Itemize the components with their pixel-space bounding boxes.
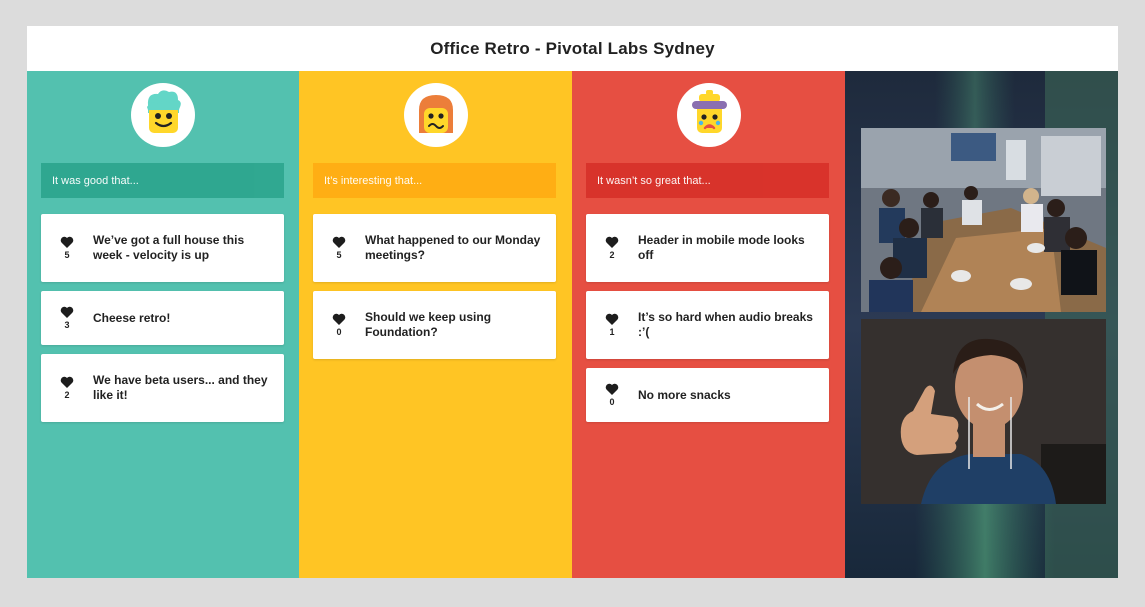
item-text: We have beta users... and they like it! — [93, 373, 268, 402]
heart-icon — [60, 306, 74, 318]
column-sad: It wasn’t so great that... 2 Header in m… — [572, 71, 845, 578]
retro-item[interactable]: 0 No more snacks — [586, 368, 829, 422]
vote-button[interactable]: 2 — [586, 236, 638, 260]
prompt-happy[interactable]: It was good that... — [41, 163, 284, 198]
vote-count: 5 — [336, 250, 342, 260]
retro-item[interactable]: 3 Cheese retro! — [41, 291, 284, 345]
heart-icon — [332, 236, 346, 248]
retro-item[interactable]: 2 Header in mobile mode looks off — [586, 214, 829, 282]
page-title: Office Retro - Pivotal Labs Sydney — [430, 38, 715, 58]
item-text: Header in mobile mode looks off — [638, 233, 805, 262]
heart-icon — [60, 236, 74, 248]
prompt-meh[interactable]: It’s interesting that... — [313, 163, 556, 198]
vote-count: 3 — [64, 320, 70, 330]
video-panel — [845, 71, 1118, 578]
vote-button[interactable]: 3 — [41, 306, 93, 330]
column-happy: It was good that... 5 We’ve got a full h… — [27, 71, 299, 578]
participant-thumbs-up-feed[interactable] — [861, 319, 1106, 504]
vote-button[interactable]: 0 — [313, 313, 365, 337]
heart-icon — [332, 313, 346, 325]
vote-button[interactable]: 5 — [313, 236, 365, 260]
heart-icon — [605, 383, 619, 395]
item-text: It’s so hard when audio breaks :’( — [638, 310, 813, 339]
retro-item[interactable]: 5 What happened to our Monday meetings? — [313, 214, 556, 282]
item-text: Cheese retro! — [93, 310, 171, 325]
happy-face-icon — [131, 83, 195, 147]
item-text: We’ve got a full house this week - veloc… — [93, 233, 245, 262]
vote-button[interactable]: 0 — [586, 383, 638, 407]
header-bar: Office Retro - Pivotal Labs Sydney — [27, 26, 1118, 71]
retro-item[interactable]: 0 Should we keep using Foundation? — [313, 291, 556, 359]
heart-icon — [605, 236, 619, 248]
vote-count: 2 — [609, 250, 615, 260]
vote-count: 2 — [64, 390, 70, 400]
vote-button[interactable]: 2 — [41, 376, 93, 400]
prompt-sad[interactable]: It wasn’t so great that... — [586, 163, 829, 198]
retro-item[interactable]: 5 We’ve got a full house this week - vel… — [41, 214, 284, 282]
vote-count: 0 — [609, 397, 615, 407]
item-text: What happened to our Monday meetings? — [365, 233, 541, 262]
neutral-face-icon — [403, 83, 468, 147]
item-text: Should we keep using Foundation? — [365, 310, 492, 339]
meeting-room-feed[interactable] — [861, 128, 1106, 312]
retro-board: Office Retro - Pivotal Labs Sydney It wa… — [27, 26, 1118, 578]
item-text: No more snacks — [638, 387, 731, 402]
retro-item[interactable]: 2 We have beta users... and they like it… — [41, 354, 284, 422]
retro-item[interactable]: 1 It’s so hard when audio breaks :’( — [586, 291, 829, 359]
sad-face-icon — [676, 83, 741, 147]
heart-icon — [605, 313, 619, 325]
vote-button[interactable]: 1 — [586, 313, 638, 337]
heart-icon — [60, 376, 74, 388]
vote-count: 0 — [336, 327, 342, 337]
vote-button[interactable]: 5 — [41, 236, 93, 260]
column-meh: It’s interesting that... 5 What happened… — [299, 71, 572, 578]
vote-count: 5 — [64, 250, 70, 260]
vote-count: 1 — [609, 327, 615, 337]
